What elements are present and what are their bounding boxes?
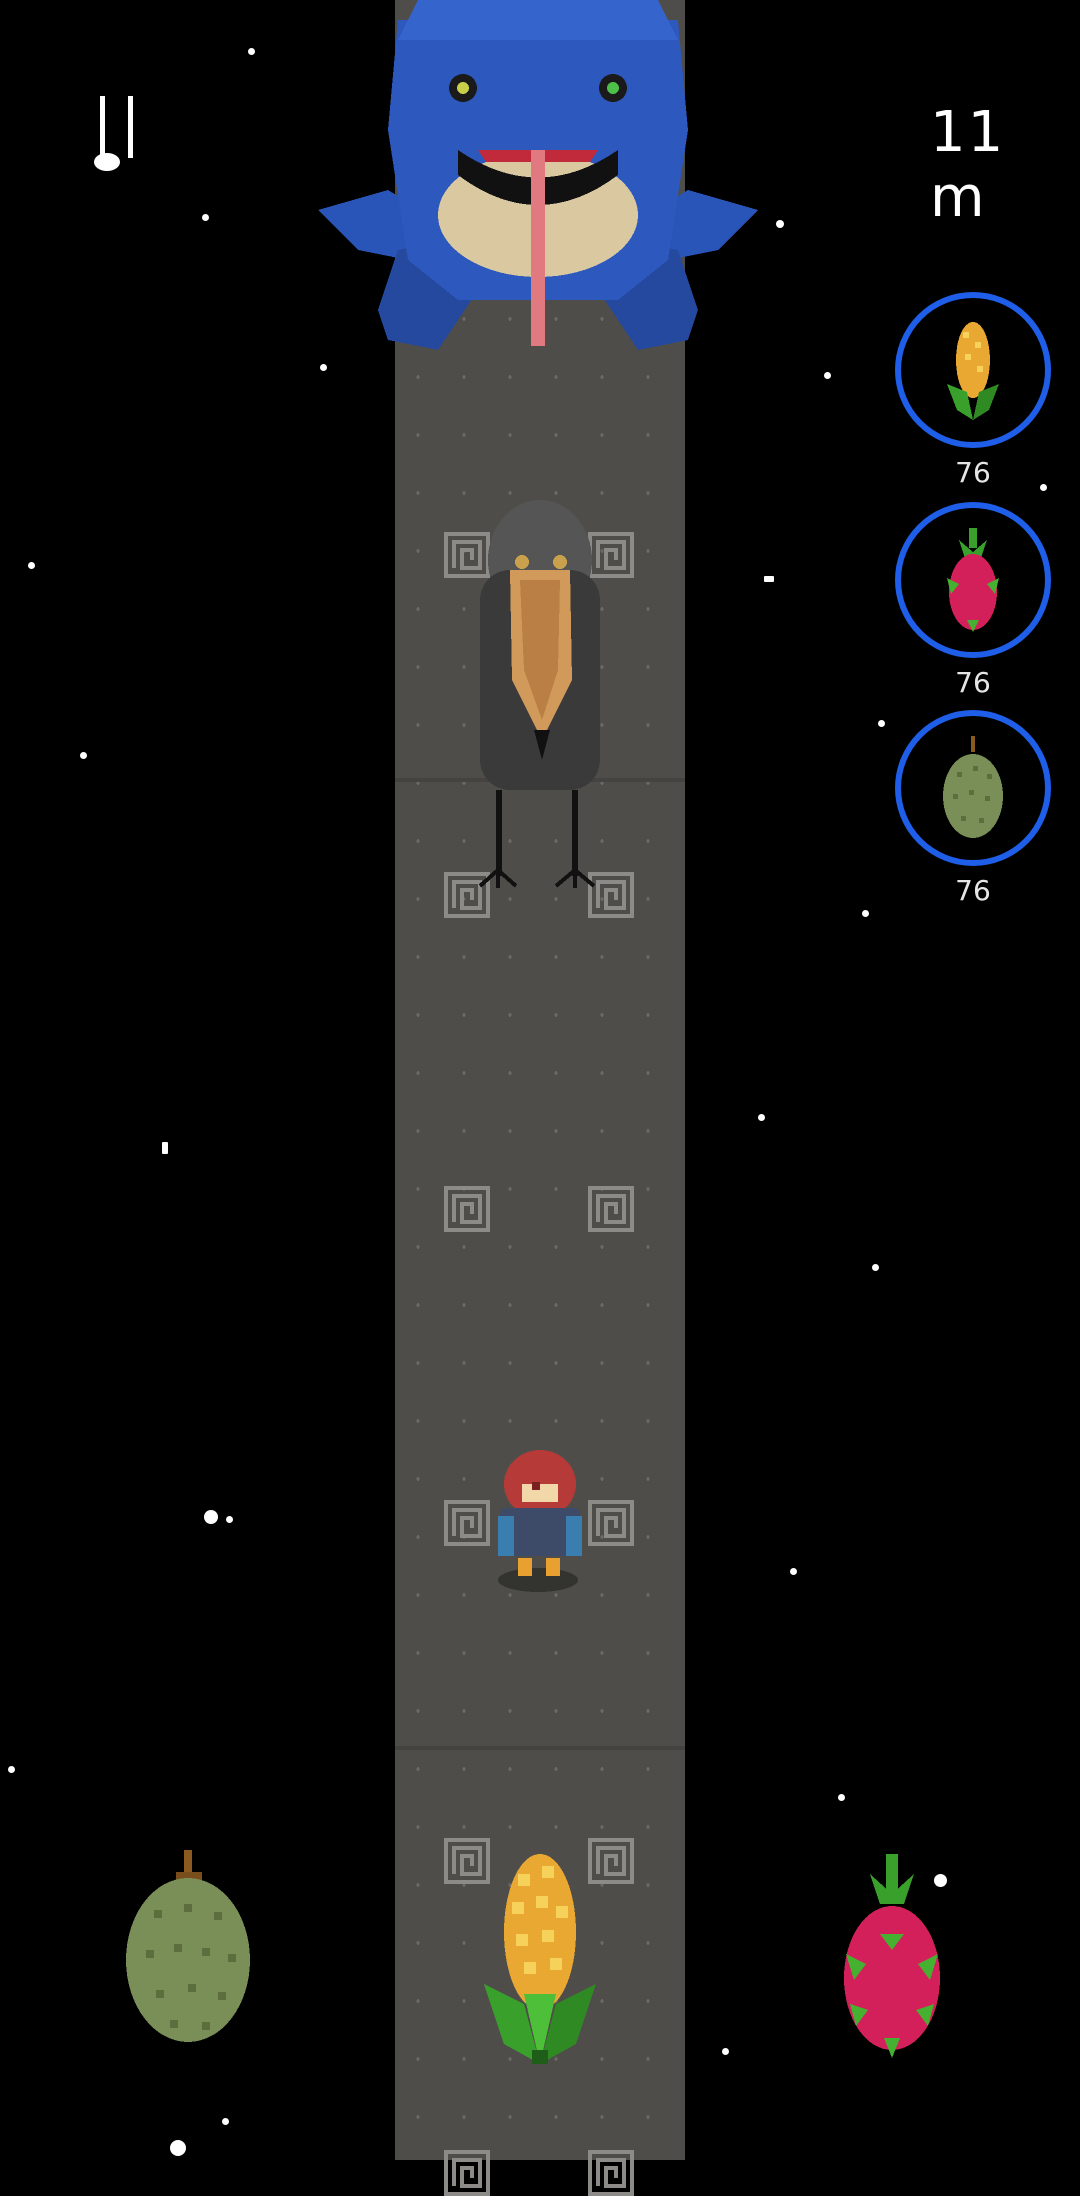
inventory-slot-dragon-fruit[interactable] bbox=[895, 502, 1051, 658]
inventory-count-dragon-fruit: 76 bbox=[955, 666, 991, 699]
inventory-count-durian: 76 bbox=[955, 874, 991, 907]
dragon-fruit-icon bbox=[947, 528, 999, 632]
durian-icon bbox=[943, 736, 1003, 838]
frog-boss bbox=[318, 0, 758, 350]
durian-pickup[interactable] bbox=[124, 1850, 254, 2050]
inventory-slot-durian[interactable] bbox=[895, 710, 1051, 866]
pause-button[interactable] bbox=[94, 96, 140, 172]
pause-icon bbox=[94, 96, 133, 171]
corn-icon bbox=[947, 322, 999, 420]
player-character bbox=[498, 1450, 582, 1592]
dragon-fruit-pickup[interactable] bbox=[840, 1854, 944, 2058]
corn-pickup[interactable] bbox=[484, 1854, 596, 2064]
inventory-slot-corn[interactable] bbox=[895, 292, 1051, 448]
inventory-count-corn: 76 bbox=[955, 456, 991, 489]
shoebill-enemy bbox=[478, 500, 600, 888]
distance-counter: 11 m bbox=[930, 100, 1006, 230]
